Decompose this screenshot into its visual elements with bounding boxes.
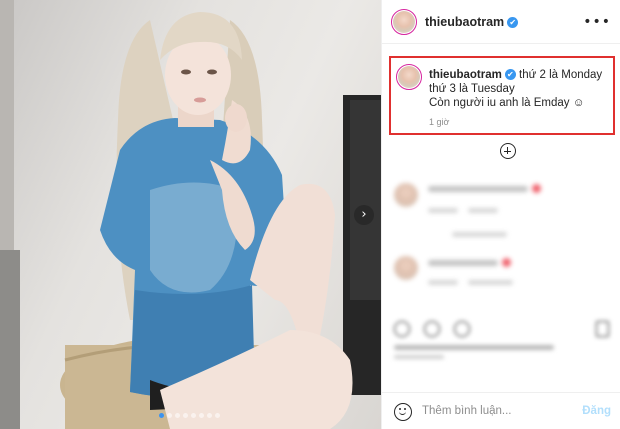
share-icon[interactable] bbox=[454, 321, 470, 337]
comment-meta bbox=[428, 280, 458, 285]
post-actions bbox=[382, 315, 620, 359]
carousel-dot-6 bbox=[199, 413, 204, 418]
caption-timestamp[interactable]: 1 giờ bbox=[429, 117, 449, 127]
comment-icon[interactable] bbox=[424, 321, 440, 337]
author-username[interactable]: thieubaotram ✔ bbox=[425, 15, 519, 29]
caption-line-2: thứ 3 là Tuesday bbox=[429, 83, 515, 95]
carousel-dot-8 bbox=[215, 413, 220, 418]
caption-avatar[interactable] bbox=[396, 64, 422, 90]
carousel-dot-4 bbox=[183, 413, 188, 418]
caption-text: thieubaotram ✔ thứ 2 là Monday thứ 3 là T… bbox=[429, 68, 611, 110]
comment-line bbox=[428, 260, 498, 266]
load-more-comments-icon[interactable] bbox=[500, 143, 516, 159]
carousel-dot-7 bbox=[207, 413, 212, 418]
date-line bbox=[394, 355, 444, 359]
comment-avatar bbox=[394, 183, 418, 207]
comment-meta bbox=[428, 208, 458, 213]
carousel-dot-2 bbox=[167, 413, 172, 418]
chevron-right-icon: › bbox=[361, 207, 367, 222]
heart-icon bbox=[532, 184, 541, 193]
likes-line bbox=[394, 345, 554, 350]
comment-avatar bbox=[394, 256, 418, 280]
caption-line-3: Còn người iu anh là Emday ☺ bbox=[429, 97, 585, 109]
more-options-icon[interactable]: ••• bbox=[583, 14, 611, 30]
caption-highlight: thieubaotram ✔ thứ 2 là Monday thứ 3 là T… bbox=[389, 56, 615, 135]
carousel-dot-3 bbox=[175, 413, 180, 418]
post-photo[interactable]: › bbox=[0, 0, 381, 429]
save-icon[interactable] bbox=[596, 321, 609, 337]
emoji-icon[interactable] bbox=[394, 403, 412, 421]
heart-icon bbox=[502, 258, 511, 267]
author-avatar[interactable] bbox=[391, 9, 417, 35]
post-header: thieubaotram ✔ ••• bbox=[382, 0, 620, 44]
blurred-comments bbox=[382, 168, 620, 383]
carousel-dot-1 bbox=[159, 413, 164, 418]
carousel-next-button[interactable]: › bbox=[354, 205, 374, 225]
carousel-dot-5 bbox=[191, 413, 196, 418]
caption-line-1: thứ 2 là Monday bbox=[519, 69, 603, 81]
comment-replies bbox=[452, 232, 507, 237]
comment-input[interactable] bbox=[422, 402, 572, 420]
caption-username[interactable]: thieubaotram ✔ bbox=[429, 69, 516, 81]
comment-line bbox=[428, 186, 528, 192]
like-icon[interactable] bbox=[394, 321, 410, 337]
comment-meta bbox=[468, 208, 498, 213]
photo-illustration bbox=[0, 0, 381, 429]
post-comment-button[interactable]: Đăng bbox=[582, 405, 611, 417]
verified-badge-icon: ✔ bbox=[507, 17, 519, 29]
add-comment-bar: Đăng bbox=[382, 392, 620, 429]
carousel-dots bbox=[159, 413, 220, 418]
post-side-panel: thieubaotram ✔ ••• thieubaotram ✔ thứ 2 là… bbox=[381, 0, 620, 429]
verified-badge-icon: ✔ bbox=[504, 69, 516, 81]
comment-meta bbox=[468, 280, 513, 285]
